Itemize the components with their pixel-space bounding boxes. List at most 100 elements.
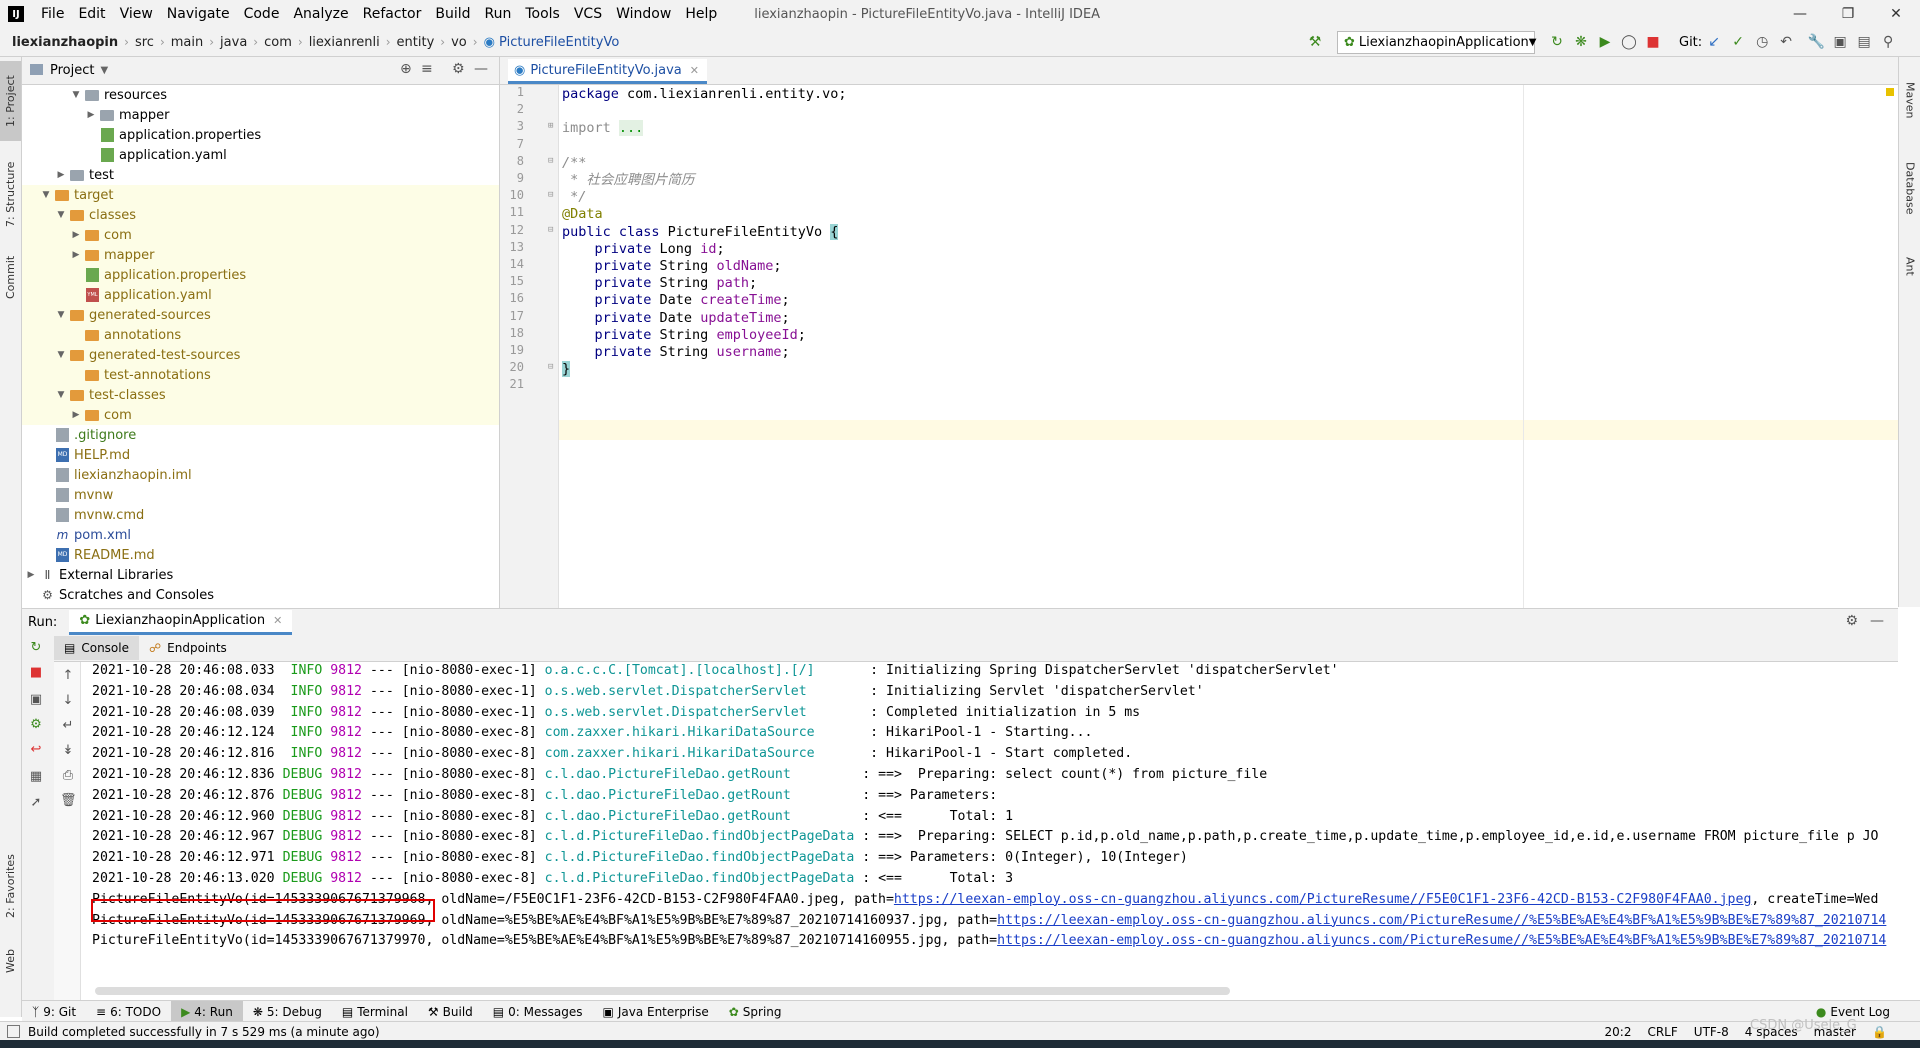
chevron-right-icon[interactable]: ▶: [69, 410, 83, 420]
tree-item[interactable]: ▼ target: [22, 185, 499, 205]
console-output[interactable]: 2021-10-28 20:46:08.033 INFO 9812 --- [n…: [81, 662, 1898, 1000]
git-update-icon[interactable]: ↙: [1704, 32, 1724, 52]
tab-database[interactable]: Database: [1899, 143, 1920, 233]
breadcrumb-main[interactable]: main: [168, 35, 206, 50]
exit-icon[interactable]: ↩: [28, 742, 44, 757]
menu-file[interactable]: File: [34, 6, 71, 22]
chevron-down-icon[interactable]: ▼: [54, 210, 68, 220]
tree-item[interactable]: ▶ Ⅱ External Libraries: [22, 565, 499, 585]
run-tab[interactable]: ✿ LiexianzhaopinApplication ✕: [69, 609, 293, 635]
tool-terminal[interactable]: ▤ Terminal: [332, 1001, 418, 1022]
chevron-down-icon[interactable]: ▼: [39, 190, 53, 200]
menu-edit[interactable]: Edit: [71, 6, 112, 22]
breadcrumb-src[interactable]: src: [132, 35, 157, 50]
rerun-icon[interactable]: ↻: [1547, 32, 1567, 52]
breadcrumb-project[interactable]: liexianzhaopin: [0, 35, 121, 50]
tool-run[interactable]: ▶ 4: Run: [171, 1001, 243, 1022]
tree-item[interactable]: ▼ resources: [22, 85, 499, 105]
breadcrumb-entity[interactable]: entity: [394, 35, 438, 50]
tree-item[interactable]: ▼ classes: [22, 205, 499, 225]
tree-item[interactable]: ▶ test: [22, 165, 499, 185]
menu-vcs[interactable]: VCS: [567, 6, 609, 22]
coverage-icon[interactable]: ▶: [1595, 32, 1615, 52]
console-horizontal-scrollbar[interactable]: [95, 987, 1230, 995]
tree-item[interactable]: ⚙ Scratches and Consoles: [22, 585, 499, 605]
menu-window[interactable]: Window: [609, 6, 678, 22]
close-icon[interactable]: ✕: [273, 614, 282, 627]
rerun-icon[interactable]: ↻: [28, 640, 44, 655]
layout-icon[interactable]: ▦: [28, 769, 44, 784]
tree-item[interactable]: YML application.yaml: [22, 285, 499, 305]
gear-icon[interactable]: ⚙: [1845, 613, 1858, 629]
tab-ant[interactable]: Ant: [1899, 241, 1920, 291]
tree-item[interactable]: ▶ mapper: [22, 245, 499, 265]
chevron-right-icon[interactable]: ▶: [54, 170, 68, 180]
rollback-icon[interactable]: ↶: [1776, 32, 1796, 52]
fold-icon[interactable]: ⊟: [548, 190, 553, 200]
tree-item[interactable]: ▶ com: [22, 225, 499, 245]
tool-git[interactable]: ᛉ 9: Git: [22, 1001, 86, 1022]
tab-favorites[interactable]: 2: Favorites: [0, 841, 21, 931]
tab-project[interactable]: 1: Project: [0, 61, 21, 141]
search-icon[interactable]: ⚲: [1878, 32, 1898, 52]
tree-item[interactable]: application.properties: [22, 125, 499, 145]
locate-icon[interactable]: ⊕: [400, 61, 412, 77]
arrow-down-icon[interactable]: ↓: [60, 693, 76, 708]
result-link[interactable]: https://leexan-employ.oss-cn-guangzhou.a…: [894, 892, 1751, 907]
fold-icon[interactable]: ⊞: [548, 121, 553, 131]
minimize-icon[interactable]: —: [1776, 0, 1824, 28]
camera-icon[interactable]: ▣: [28, 692, 44, 707]
chevron-down-icon[interactable]: ▼: [54, 390, 68, 400]
run-config-select[interactable]: ✿ LiexianzhaopinApplication ▼: [1337, 31, 1536, 54]
tab-structure[interactable]: 7: Structure: [0, 149, 21, 239]
hide-icon[interactable]: —: [474, 61, 488, 77]
settings-icon[interactable]: 🔧: [1806, 32, 1826, 52]
tree-item[interactable]: liexianzhaopin.iml: [22, 465, 499, 485]
tool-messages[interactable]: ▤ 0: Messages: [483, 1001, 593, 1022]
profile-icon[interactable]: ◯: [1619, 32, 1639, 52]
tree-item[interactable]: ▼ generated-test-sources: [22, 345, 499, 365]
breadcrumb-java[interactable]: java: [217, 35, 250, 50]
tab-web[interactable]: Web: [0, 937, 21, 985]
layout-icon[interactable]: ▤: [1854, 32, 1874, 52]
menu-build[interactable]: Build: [428, 6, 477, 22]
close-icon[interactable]: ✕: [690, 64, 699, 77]
tree-item[interactable]: ▼ generated-sources: [22, 305, 499, 325]
tab-endpoints[interactable]: ☍ Endpoints: [139, 636, 237, 660]
menu-run[interactable]: Run: [478, 6, 519, 22]
menu-tools[interactable]: Tools: [518, 6, 567, 22]
chevron-down-icon[interactable]: ▼: [69, 90, 83, 100]
caret-position[interactable]: 20:2: [1597, 1025, 1640, 1039]
stop-icon[interactable]: ■: [28, 665, 44, 680]
trash-icon[interactable]: 🗑: [60, 793, 77, 808]
chevron-down-icon[interactable]: ▼: [100, 65, 108, 76]
chevron-down-icon[interactable]: ▼: [54, 310, 68, 320]
build-hammer-icon[interactable]: ⚒: [1305, 32, 1325, 52]
tree-item[interactable]: application.properties: [22, 265, 499, 285]
pin-icon[interactable]: ➚: [28, 795, 44, 810]
collapse-all-icon[interactable]: ≡: [421, 61, 433, 77]
tree-item[interactable]: .gitignore: [22, 425, 499, 445]
line-separator[interactable]: CRLF: [1639, 1025, 1685, 1039]
project-structure-icon[interactable]: ▣: [1830, 32, 1850, 52]
editor-tab[interactable]: ◉ PictureFileEntityVo.java ✕: [508, 59, 707, 84]
restore-icon[interactable]: ❐: [1824, 0, 1872, 28]
tool-spring[interactable]: ✿ Spring: [719, 1001, 792, 1022]
status-toggle-icon[interactable]: [7, 1025, 20, 1038]
fold-icon[interactable]: ⊟: [548, 225, 553, 235]
menu-refactor[interactable]: Refactor: [356, 6, 429, 22]
debug-icon[interactable]: ❋: [1571, 32, 1591, 52]
tab-commit[interactable]: Commit: [0, 247, 21, 307]
fold-icon[interactable]: ⊟: [548, 362, 553, 372]
close-icon[interactable]: ✕: [1872, 0, 1920, 28]
menu-code[interactable]: Code: [237, 6, 287, 22]
print-icon[interactable]: ⎙: [60, 768, 76, 783]
result-link[interactable]: https://leexan-employ.oss-cn-guangzhou.a…: [997, 913, 1886, 928]
tree-item[interactable]: MD HELP.md: [22, 445, 499, 465]
lock-icon[interactable]: 🔒: [1864, 1025, 1920, 1039]
update-app-icon[interactable]: ⚙: [28, 717, 44, 732]
tree-item[interactable]: annotations: [22, 325, 499, 345]
menu-view[interactable]: View: [113, 6, 160, 22]
tool-java-enterprise[interactable]: ▣ Java Enterprise: [592, 1001, 718, 1022]
git-commit-icon[interactable]: ✓: [1728, 32, 1748, 52]
